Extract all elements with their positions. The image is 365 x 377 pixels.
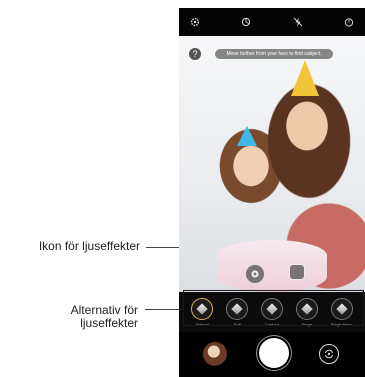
effect-stage-mono-icon: [330, 297, 353, 320]
effect-option[interactable]: Stage: [295, 297, 318, 327]
effect-option[interactable]: Stage Mono: [330, 297, 353, 327]
camera-bottom-bar: [179, 332, 365, 377]
phone-screen: ? Move further from your face to find su…: [179, 8, 365, 377]
party-hat-sticker: [291, 60, 319, 96]
gallery-thumbnail[interactable]: [203, 342, 227, 366]
help-button[interactable]: ?: [189, 48, 201, 60]
effect-label: Natural: [195, 321, 209, 327]
mode-icon[interactable]: [240, 16, 252, 28]
callout-light-effects-icon: Ikon för ljuseffekter: [38, 239, 140, 253]
light-effects-options-bar: Natural Soft Contour Stage Stage Mono: [179, 292, 365, 332]
party-hat-sticker-small: [237, 126, 257, 146]
birthday-cake: [217, 240, 327, 292]
camera-viewfinder[interactable]: ? Move further from your face to find su…: [179, 36, 365, 292]
switch-camera-icon: [325, 349, 333, 359]
effect-natural-icon: [191, 297, 214, 320]
camera-top-bar: [179, 8, 365, 36]
effect-label: Contour: [264, 321, 280, 327]
effect-label: Stage: [301, 321, 312, 327]
effect-option[interactable]: Natural: [191, 297, 214, 327]
callout-options-line2: ljuseffekter: [80, 316, 138, 330]
effect-option[interactable]: Soft: [226, 297, 249, 327]
light-effects-icon: [251, 270, 259, 278]
effect-label: Stage Mono: [330, 321, 353, 327]
effect-contour-icon: [260, 297, 283, 320]
effect-soft-icon: [226, 297, 249, 320]
flash-off-icon[interactable]: [292, 16, 304, 28]
effect-label: Soft: [233, 321, 241, 327]
switch-camera-button[interactable]: [319, 344, 339, 364]
effect-option[interactable]: Contour: [260, 297, 283, 327]
settings-icon[interactable]: [189, 16, 201, 28]
light-effects-button[interactable]: [245, 264, 265, 284]
callout-light-effects-options: Alternativ för ljuseffekter: [0, 304, 138, 330]
timer-icon[interactable]: [343, 16, 355, 28]
shutter-button[interactable]: [259, 338, 289, 368]
sticker-button[interactable]: [289, 264, 305, 280]
effect-stage-icon: [295, 297, 318, 320]
tip-banner: Move further from your face to find subj…: [215, 49, 333, 59]
